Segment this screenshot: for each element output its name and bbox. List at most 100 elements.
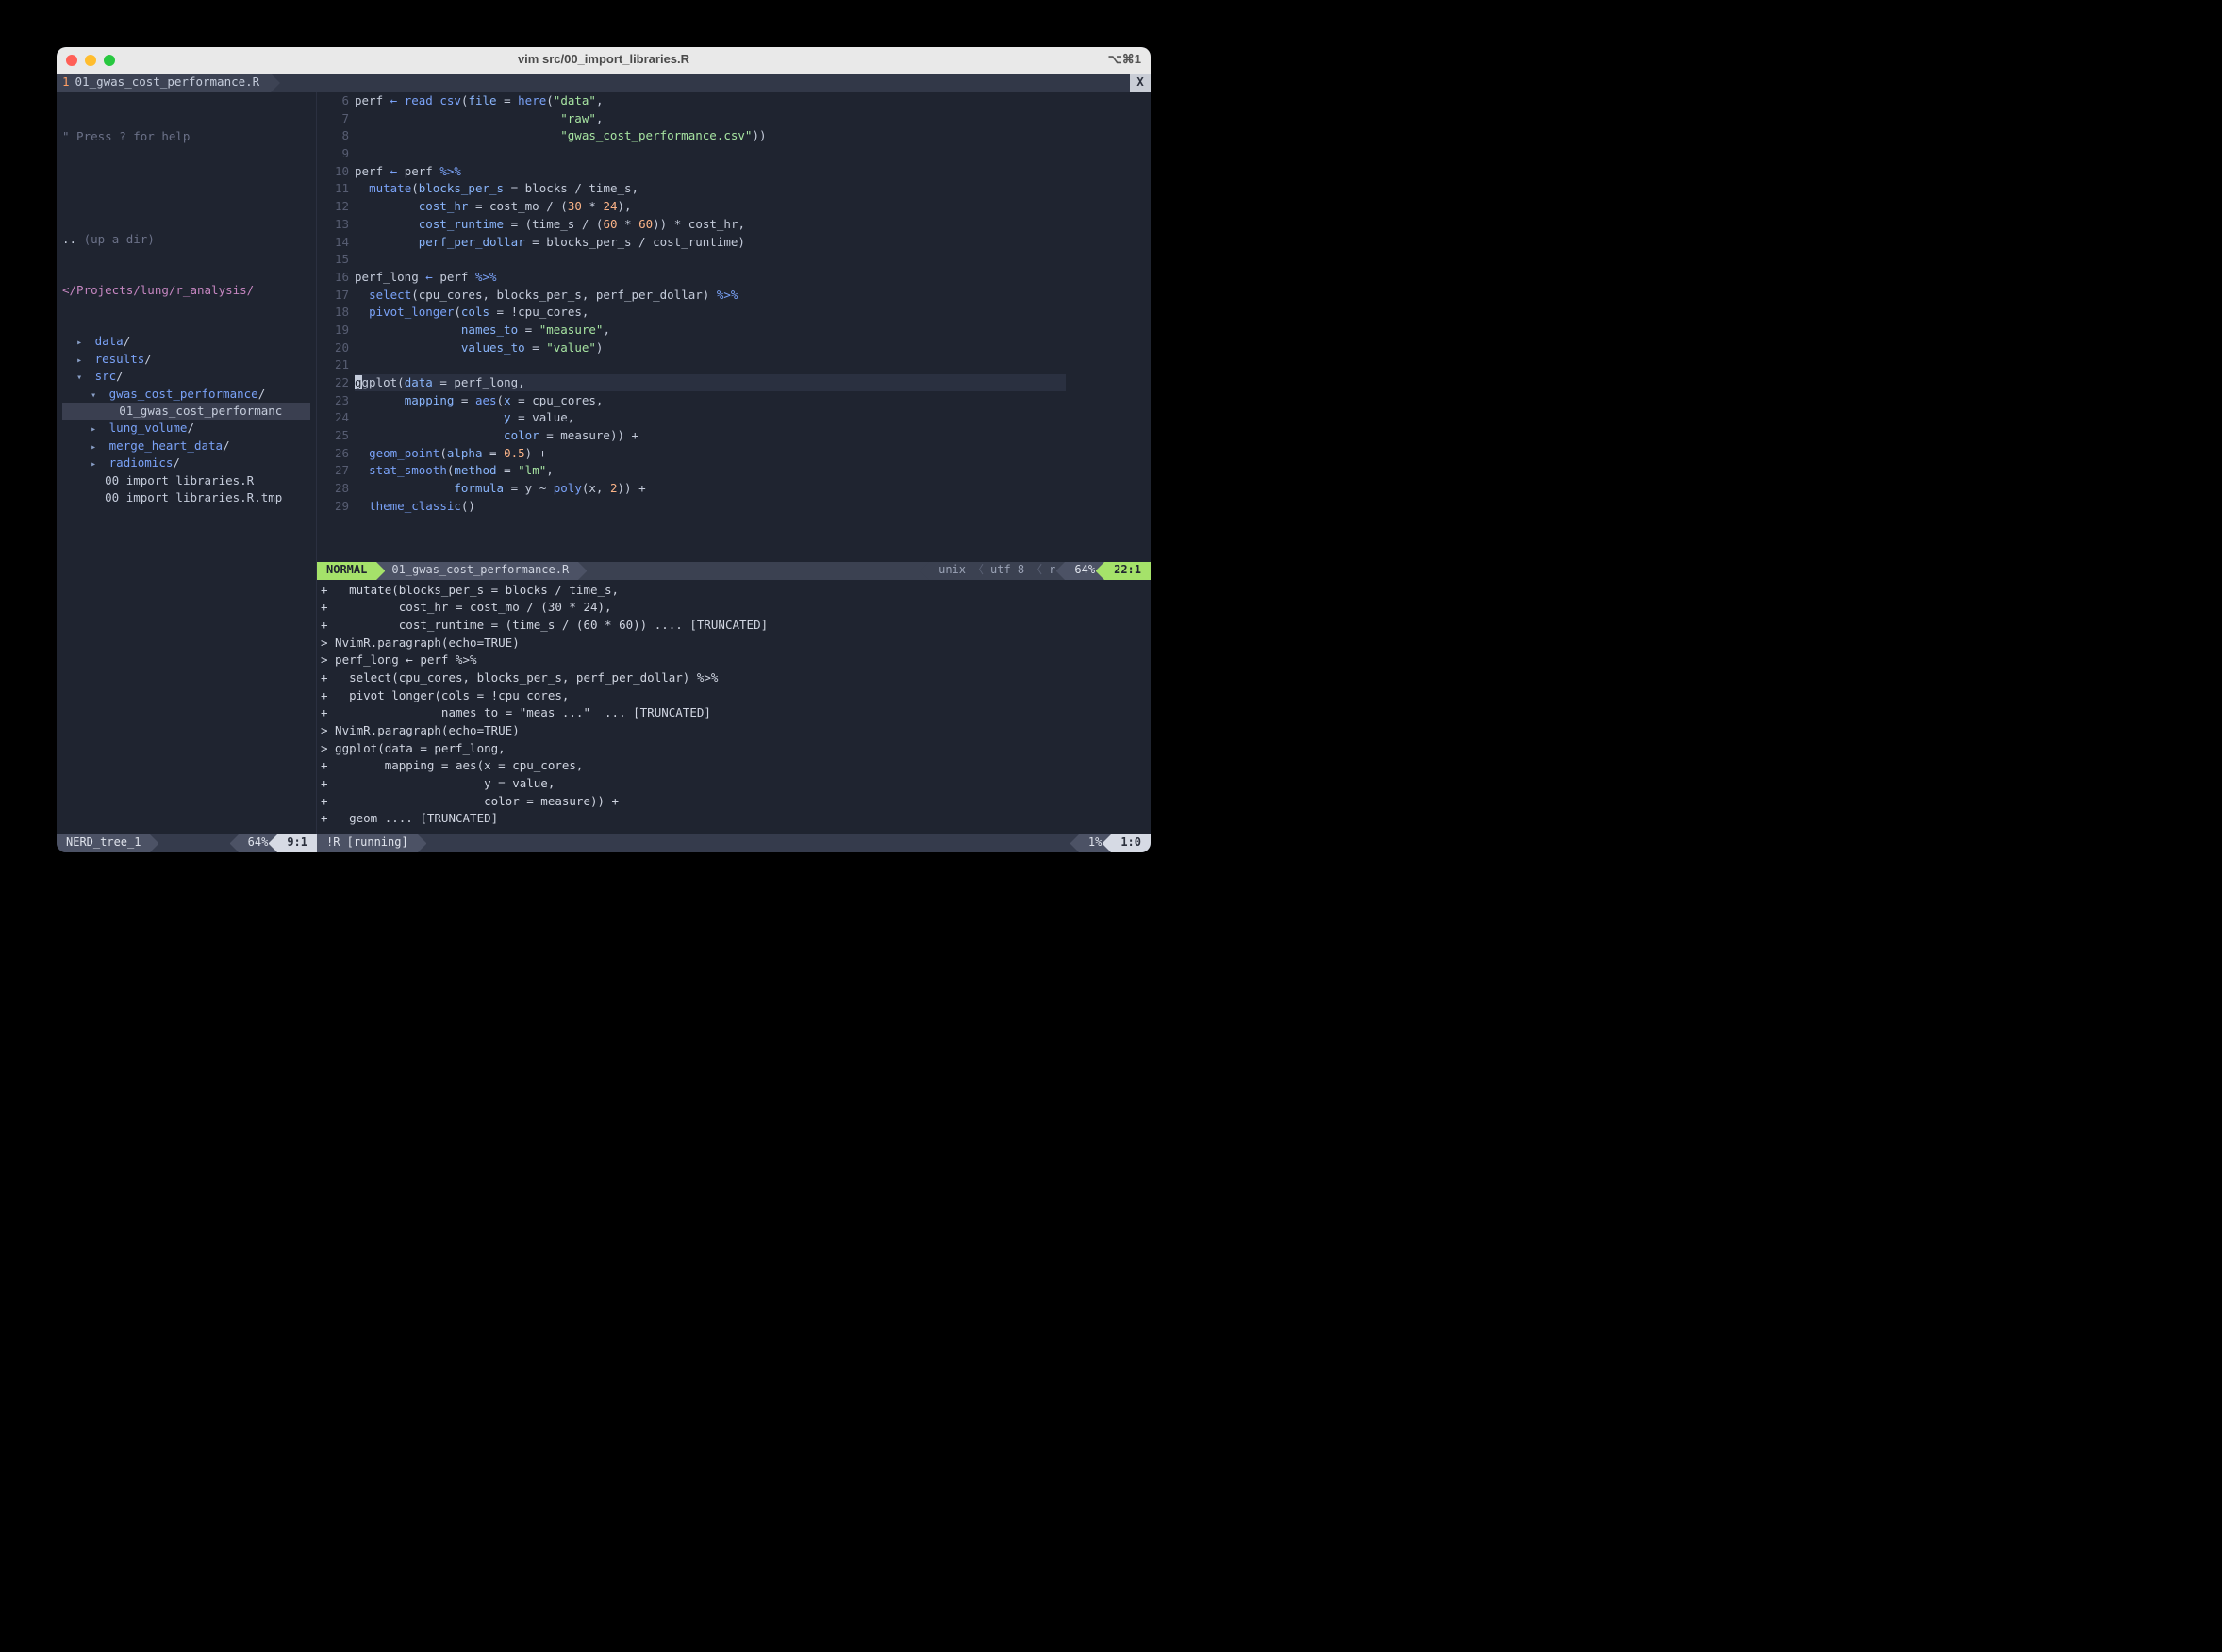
- line-number: 20: [317, 339, 349, 356]
- code-line[interactable]: [355, 145, 1066, 163]
- repl-line: + cost_runtime = (time_s / (60 * 60)) ..…: [321, 617, 1147, 635]
- line-number: 6: [317, 92, 349, 110]
- right-column: 6789101112131415161718192021222324252627…: [317, 92, 1151, 834]
- line-number: 22: [317, 374, 349, 392]
- code-line[interactable]: formula = y ~ poly(x, 2)) +: [355, 480, 1066, 498]
- repl-line: + pivot_longer(cols = !cpu_cores,: [321, 687, 1147, 705]
- repl-statusline: !R [running] 1% 1:0: [317, 834, 1151, 852]
- code-line[interactable]: perf ← perf %>%: [355, 162, 1066, 180]
- code-line[interactable]: "gwas_cost_performance.csv")): [355, 127, 1066, 145]
- bottom-statusline-row: NERD_tree_1 64% 9:1 !R [running] 1% 1:0: [57, 834, 1151, 852]
- repl-line: + select(cpu_cores, blocks_per_s, perf_p…: [321, 669, 1147, 687]
- repl-line: > NvimR.paragraph(echo=TRUE): [321, 722, 1147, 740]
- code-line[interactable]: theme_classic(): [355, 497, 1066, 515]
- tab-active[interactable]: 1 01_gwas_cost_performance.R: [57, 74, 271, 92]
- tabbar: 1 01_gwas_cost_performance.R X: [57, 74, 1151, 92]
- line-number: 10: [317, 162, 349, 180]
- code-line[interactable]: ggplot(data = perf_long,: [355, 374, 1066, 392]
- repl-line: + geom .... [TRUNCATED]: [321, 810, 1147, 828]
- editor-pane[interactable]: 6789101112131415161718192021222324252627…: [317, 92, 1151, 562]
- code-line[interactable]: mutate(blocks_per_s = blocks / time_s,: [355, 180, 1066, 198]
- code-line[interactable]: stat_smooth(method = "lm",: [355, 462, 1066, 480]
- blank-line: [62, 179, 310, 196]
- code-line[interactable]: cost_runtime = (time_s / (60 * 60)) * co…: [355, 215, 1066, 233]
- repl-line: + names_to = "meas ..." ... [TRUNCATED]: [321, 704, 1147, 722]
- window-title: vim src/00_import_libraries.R: [57, 51, 1151, 69]
- code-line[interactable]: perf_long ← perf %>%: [355, 268, 1066, 286]
- line-number: 7: [317, 109, 349, 127]
- line-number-gutter: 6789101112131415161718192021222324252627…: [317, 92, 355, 562]
- repl-line: + mapping = aes(x = cpu_cores,: [321, 757, 1147, 775]
- line-number: 15: [317, 251, 349, 269]
- nerdtree-file[interactable]: 00_import_libraries.R: [62, 472, 310, 489]
- code-line[interactable]: [355, 251, 1066, 269]
- nerdtree-file[interactable]: 01_gwas_cost_performanc: [62, 403, 310, 420]
- code-line[interactable]: names_to = "measure",: [355, 321, 1066, 339]
- repl-line: + color = measure)) +: [321, 793, 1147, 811]
- nerdtree-dir[interactable]: ▸ lung_volume/: [62, 420, 310, 438]
- nerdtree-dir[interactable]: ▾ src/: [62, 368, 310, 386]
- nerdtree-updir[interactable]: .. (up a dir): [62, 231, 310, 248]
- repl-status-name: !R [running]: [317, 834, 418, 852]
- nerdtree-root[interactable]: </Projects/lung/r_analysis/: [62, 282, 310, 299]
- main-split: " Press ? for help .. (up a dir) </Proje…: [57, 92, 1151, 834]
- repl-line: + y = value,: [321, 775, 1147, 793]
- code-line[interactable]: perf ← read_csv(file = here("data",: [355, 92, 1066, 110]
- statusline-spacer: [578, 562, 929, 580]
- line-number: 13: [317, 215, 349, 233]
- line-number: 24: [317, 409, 349, 427]
- code-area[interactable]: perf ← read_csv(file = here("data", "raw…: [355, 92, 1066, 562]
- code-line[interactable]: perf_per_dollar = blocks_per_s / cost_ru…: [355, 233, 1066, 251]
- position-segment: 22:1: [1104, 562, 1151, 580]
- line-number: 16: [317, 268, 349, 286]
- nerdtree-dir[interactable]: ▸ radiomics/: [62, 454, 310, 472]
- line-number: 27: [317, 462, 349, 480]
- code-line[interactable]: [355, 356, 1066, 374]
- code-line[interactable]: geom_point(alpha = 0.5) +: [355, 444, 1066, 462]
- fileinfo-segment: unix〈utf-8〈r: [929, 562, 1065, 580]
- code-line[interactable]: select(cpu_cores, blocks_per_s, perf_per…: [355, 286, 1066, 304]
- titlebar: vim src/00_import_libraries.R ⌥⌘1: [57, 47, 1151, 74]
- line-number: 21: [317, 356, 349, 374]
- code-line[interactable]: mapping = aes(x = cpu_cores,: [355, 391, 1066, 409]
- line-number: 17: [317, 286, 349, 304]
- nerdtree-dir[interactable]: ▸ results/: [62, 351, 310, 369]
- line-number: 18: [317, 304, 349, 322]
- line-number: 19: [317, 321, 349, 339]
- nerdtree-dir[interactable]: ▾ gwas_cost_performance/: [62, 386, 310, 404]
- nerdtree-dir[interactable]: ▸ data/: [62, 333, 310, 351]
- repl-line: > perf_long ← perf %>%: [321, 652, 1147, 669]
- code-line[interactable]: values_to = "value"): [355, 339, 1066, 356]
- line-number: 28: [317, 480, 349, 498]
- tab-label: 01_gwas_cost_performance.R: [75, 74, 260, 91]
- tab-close-button[interactable]: X: [1130, 74, 1151, 92]
- code-line[interactable]: pivot_longer(cols = !cpu_cores,: [355, 304, 1066, 322]
- repl-line: + mutate(blocks_per_s = blocks / time_s,: [321, 582, 1147, 600]
- line-number: 25: [317, 427, 349, 445]
- repl-status-pos: 1:0: [1111, 834, 1151, 852]
- code-line[interactable]: color = measure)) +: [355, 427, 1066, 445]
- repl-line: + cost_hr = cost_mo / (30 * 24),: [321, 599, 1147, 617]
- code-line[interactable]: y = value,: [355, 409, 1066, 427]
- code-line[interactable]: "raw",: [355, 109, 1066, 127]
- nerdtree-statusline: NERD_tree_1 64% 9:1: [57, 834, 317, 852]
- line-number: 11: [317, 180, 349, 198]
- repl-pane[interactable]: + mutate(blocks_per_s = blocks / time_s,…: [317, 580, 1151, 834]
- line-number: 12: [317, 198, 349, 216]
- line-number: 29: [317, 497, 349, 515]
- code-line[interactable]: cost_hr = cost_mo / (30 * 24),: [355, 198, 1066, 216]
- line-number: 23: [317, 391, 349, 409]
- nerdtree-status-name: NERD_tree_1: [57, 834, 150, 852]
- terminal-window: vim src/00_import_libraries.R ⌥⌘1 1 01_g…: [57, 47, 1151, 852]
- nerdtree-status-pos: 9:1: [277, 834, 317, 852]
- repl-line: > ggplot(data = perf_long,: [321, 740, 1147, 758]
- statusline: NORMAL 01_gwas_cost_performance.R unix〈u…: [317, 562, 1151, 580]
- line-number: 8: [317, 127, 349, 145]
- nerdtree-file[interactable]: 00_import_libraries.R.tmp: [62, 489, 310, 506]
- nerdtree-help: " Press ? for help: [62, 128, 310, 145]
- nerdtree-pane[interactable]: " Press ? for help .. (up a dir) </Proje…: [57, 92, 317, 834]
- line-number: 26: [317, 444, 349, 462]
- repl-line: > NvimR.paragraph(echo=TRUE): [321, 635, 1147, 653]
- nerdtree-dir[interactable]: ▸ merge_heart_data/: [62, 438, 310, 455]
- tab-number: 1: [62, 74, 70, 91]
